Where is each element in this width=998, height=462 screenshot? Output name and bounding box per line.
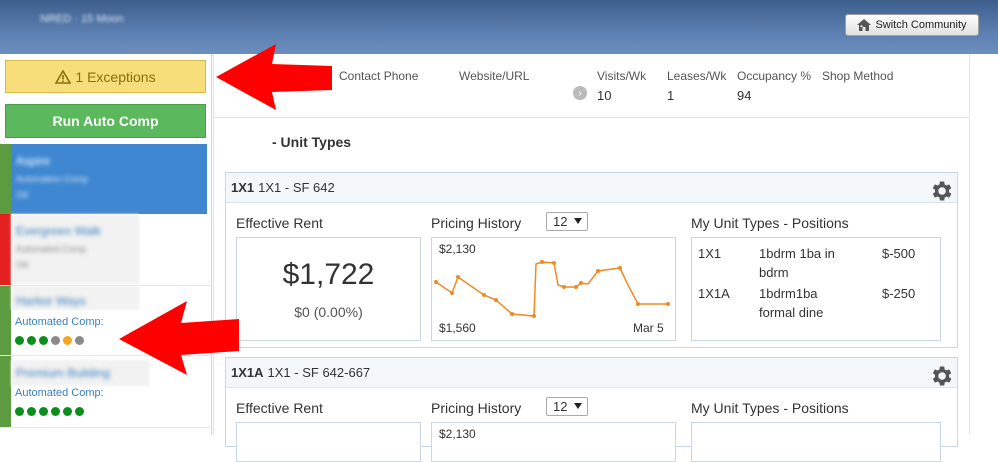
- pricing-history-label: Pricing History: [431, 400, 522, 416]
- occupancy-value: 94: [737, 88, 752, 103]
- position-desc-line: formal dine: [759, 305, 824, 320]
- gear-icon[interactable]: [928, 363, 954, 389]
- exceptions-label: 1 Exceptions: [75, 68, 156, 85]
- pricing-history-select[interactable]: 12: [546, 397, 588, 416]
- chevron-down-icon: [574, 218, 582, 224]
- effective-rent-label: Effective Rent: [236, 215, 323, 231]
- automated-comp-label: Automated Comp:: [15, 387, 104, 399]
- status-dot: [63, 336, 72, 345]
- positions-box: [691, 422, 941, 462]
- warning-icon: [55, 69, 72, 84]
- status-dot: [27, 407, 36, 416]
- community-sub2: OK: [16, 190, 30, 200]
- contact-phone-header: Contact Phone: [339, 69, 419, 83]
- sidebar: 1 Exceptions Run Auto Comp Aspire Automa…: [0, 54, 212, 435]
- positions-label: My Unit Types - Positions: [691, 400, 849, 416]
- unit-code: 1X1: [231, 180, 255, 195]
- position-desc-line: bdrm: [759, 265, 789, 280]
- pricing-history-chart: $2,130: [431, 422, 676, 462]
- position-value: $-250: [882, 286, 916, 301]
- select-value: 12: [553, 399, 568, 414]
- unit-desc: 1X1 - SF 642-667: [267, 365, 371, 380]
- status-dot: [39, 336, 48, 345]
- visits-header: Visits/Wk: [597, 69, 647, 83]
- red-arrow-annotation: [216, 44, 332, 110]
- position-code: 1X1: [698, 246, 722, 261]
- status-bar: [0, 144, 11, 214]
- position-code: 1X1A: [698, 286, 730, 301]
- community-item[interactable]: Evergreen Walk Automated Comp OK: [0, 214, 212, 286]
- brand-text: NRED · 15 Moon: [40, 13, 124, 25]
- community-item[interactable]: Aspire Automation Comp OK: [0, 144, 212, 214]
- rent-change: $0 (0.00%): [294, 304, 363, 320]
- comp-status-dots: [15, 336, 84, 345]
- run-auto-comp-button[interactable]: Run Auto Comp: [5, 104, 206, 138]
- exceptions-button[interactable]: 1 Exceptions: [5, 60, 206, 93]
- select-value: 12: [553, 214, 568, 229]
- status-bar: [0, 286, 11, 355]
- community-name: Harbor Ways: [16, 294, 86, 308]
- comp-status-dots: [15, 407, 84, 416]
- switch-community-button[interactable]: Switch Community: [845, 14, 979, 36]
- status-dot: [27, 336, 36, 345]
- top-bar: NRED · 15 Moon Switch Community: [0, 0, 998, 54]
- community-name: Evergreen Walk: [16, 224, 101, 238]
- arrow-circle-icon[interactable]: ›: [573, 86, 587, 100]
- status-dot: [15, 336, 24, 345]
- community-sub: Automation Comp: [16, 174, 89, 184]
- gear-icon[interactable]: [928, 178, 954, 204]
- community-sub: Automated Comp: [16, 244, 87, 254]
- position-value: $-500: [882, 246, 916, 261]
- shop-method-header: Shop Method: [822, 69, 894, 83]
- positions-label: My Unit Types - Positions: [691, 215, 849, 231]
- pricing-history-chart: $2,130 $1,560 Mar 5: [431, 237, 676, 341]
- community-name: Aspire: [16, 154, 51, 168]
- status-bar: [0, 356, 11, 427]
- position-desc: 1bdrm1ba formal dine: [759, 284, 823, 322]
- automated-comp-label: Automated Comp:: [15, 316, 104, 328]
- position-desc-line: 1bdrm1ba: [759, 286, 818, 301]
- effective-rent-box: $1,722 $0 (0.00%): [236, 237, 421, 341]
- position-desc: 1bdrm 1ba in bdrm: [759, 244, 835, 282]
- status-dot: [75, 336, 84, 345]
- pricing-history-label: Pricing History: [431, 215, 522, 231]
- effective-rent-box: [236, 422, 421, 462]
- status-dot: [63, 407, 72, 416]
- website-header: Website/URL: [459, 69, 530, 83]
- status-dot: [51, 336, 60, 345]
- pricing-sparkline: [434, 260, 670, 318]
- status-dot: [39, 407, 48, 416]
- status-dot: [51, 407, 60, 416]
- leases-header: Leases/Wk: [667, 69, 727, 83]
- community-name: Premium Building: [16, 366, 111, 380]
- status-dot: [15, 407, 24, 416]
- status-bar: [0, 214, 11, 285]
- home-icon: [857, 19, 872, 31]
- chart-max-label: $2,130: [439, 427, 476, 441]
- unit-type-header: 1X1 1X1 - SF 642: [226, 173, 957, 203]
- unit-type-card: 1X1A 1X1 - SF 642-667 Effective Rent Pri…: [225, 357, 958, 462]
- unit-desc: 1X1 - SF 642: [258, 180, 335, 195]
- status-dot: [75, 407, 84, 416]
- chevron-down-icon: [574, 403, 582, 409]
- unit-type-header: 1X1A 1X1 - SF 642-667: [226, 358, 957, 388]
- leases-value: 1: [667, 88, 675, 103]
- red-arrow-annotation: [119, 301, 239, 375]
- positions-box: 1X1 1bdrm 1ba in bdrm $-500 1X1A 1bdrm1b…: [691, 237, 941, 341]
- position-desc-line: 1bdrm 1ba in: [759, 246, 835, 261]
- unit-type-card: 1X1 1X1 - SF 642 Effective Rent $1,722 $…: [225, 172, 958, 348]
- visits-value: 10: [597, 88, 612, 103]
- occupancy-header: Occupancy %: [737, 69, 812, 83]
- switch-community-label: Switch Community: [875, 19, 967, 31]
- community-sub2: OK: [16, 260, 30, 270]
- pricing-history-select[interactable]: 12: [546, 212, 588, 231]
- rent-value: $1,722: [282, 258, 375, 291]
- unit-types-title: - Unit Types: [272, 134, 352, 150]
- effective-rent-label: Effective Rent: [236, 400, 323, 416]
